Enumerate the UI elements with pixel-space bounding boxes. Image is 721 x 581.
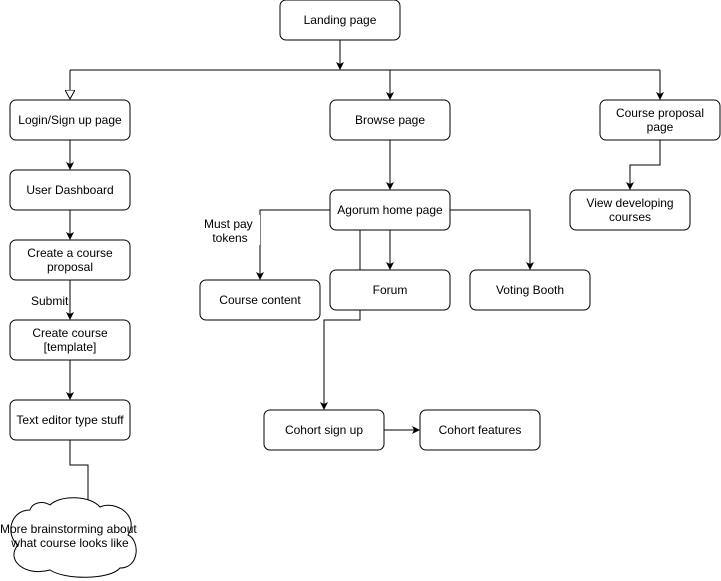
node-label: Course content [219,293,301,307]
node-label: Cohort sign up [285,423,363,437]
node-dashboard: User Dashboard [9,169,131,211]
node-label: User Dashboard [26,183,113,197]
node-course-content: Course content [199,279,321,321]
flow-diagram: Must pay tokens Submit Landing pageLogin… [0,0,721,578]
node-login: Login/Sign up page [9,99,131,141]
node-voting: Voting Booth [469,269,591,311]
node-landing: Landing page [279,0,401,41]
node-label: Forum [373,283,408,297]
node-cohort-signup: Cohort sign up [263,409,385,451]
node-agorum: Agorum home page [329,189,451,231]
node-forum: Forum [329,269,451,311]
node-text-editor: Text editor type stuff [9,399,131,441]
node-label: Landing page [304,13,377,27]
node-browse: Browse page [329,99,451,141]
edge-forum-cohort [320,310,361,410]
node-label: Login/Sign up page [18,113,122,127]
node-label: Agorum home page [337,203,443,217]
node-label: Voting Booth [496,283,564,297]
edge-label-submit: Submit [31,294,69,308]
node-label: Cohort features [439,423,522,437]
edge-agorum-voting [450,209,534,270]
node-course-proposal: Course proposal page [599,99,721,141]
node-create-course: Create course [template] [9,319,131,361]
node-create-proposal: Create a course proposal [9,239,131,281]
node-view-developing: View developing courses [569,189,691,231]
brainstorm-label: More brainstorming about what course loo… [0,522,140,550]
node-cohort-features: Cohort features [419,409,541,451]
edge-proposal-developing [626,140,661,190]
node-label: Browse page [355,113,425,127]
edge-agorum-content [256,209,330,280]
node-label: Text editor type stuff [16,413,124,427]
